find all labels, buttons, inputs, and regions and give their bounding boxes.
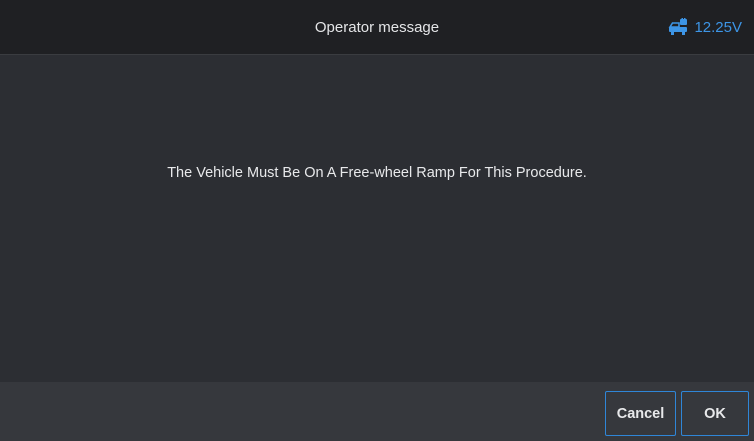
footer-bar: Cancel OK [0, 382, 754, 441]
header-bar: Operator message 12.25V [0, 0, 754, 55]
voltage-indicator: 12.25V [668, 0, 742, 54]
operator-message-text: The Vehicle Must Be On A Free-wheel Ramp… [167, 165, 587, 181]
voltage-value: 12.25V [694, 18, 742, 36]
cancel-button[interactable]: Cancel [605, 391, 676, 436]
car-battery-icon [668, 18, 688, 36]
page-title: Operator message [314, 19, 440, 36]
operator-message-screen: Operator message 12.25V The Vehicle Must… [0, 0, 754, 441]
message-area: The Vehicle Must Be On A Free-wheel Ramp… [0, 55, 754, 382]
ok-button[interactable]: OK [681, 391, 749, 436]
